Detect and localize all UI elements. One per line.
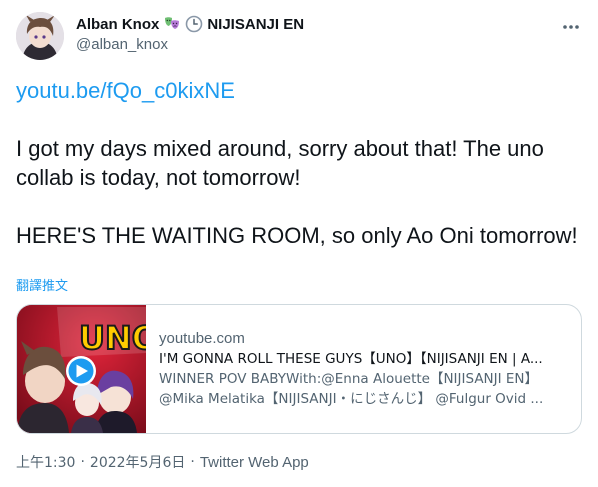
author-info: Alban Knox NIJISANJI EN @alban_knox — [76, 13, 304, 54]
link-preview-card[interactable]: UNO youtube.com I'M GONNA ROLL THESE GUY… — [16, 304, 582, 434]
meta-separator: · — [190, 454, 195, 470]
name-row: Alban Knox NIJISANJI EN — [76, 13, 304, 35]
theater-masks-icon — [163, 15, 181, 33]
ellipsis-icon — [563, 25, 579, 29]
video-thumbnail[interactable]: UNO — [17, 305, 146, 433]
handle[interactable]: @alban_knox — [76, 36, 304, 53]
thumbnail-uno-text: UNO — [79, 319, 146, 357]
affiliation-label: NIJISANJI EN — [207, 15, 305, 33]
thumbnail-image: UNO — [17, 305, 146, 433]
tweet-paragraph-2: HERE'S THE WAITING ROOM, so only Ao Oni … — [16, 223, 578, 248]
tweet-paragraph-1: I got my days mixed around, sorry about … — [16, 136, 544, 190]
tweet-source[interactable]: Twitter Web App — [200, 454, 309, 471]
tweet-text: youtu.be/fQo_c0kixNE I got my days mixed… — [16, 76, 582, 250]
card-domain: youtube.com — [159, 330, 245, 347]
tweet-meta: 上午1:30 · 2022年5月6日 · Twitter Web App — [16, 452, 309, 472]
card-info: youtube.com I'M GONNA ROLL THESE GUYS【UN… — [159, 329, 571, 409]
avatar-image — [16, 12, 64, 60]
card-description-line-1: WINNER POV BABYWith:@Enna Alouette【NIJIS… — [159, 371, 539, 387]
tweet-time[interactable]: 上午1:30 — [16, 452, 75, 472]
more-options-button[interactable] — [558, 14, 584, 40]
tweet: Alban Knox NIJISANJI EN @alban_knox yout… — [0, 0, 598, 487]
translate-tweet-link[interactable]: 翻譯推文 — [16, 275, 68, 294]
clock-icon — [185, 15, 203, 33]
avatar[interactable] — [16, 12, 64, 60]
tweet-link[interactable]: youtu.be/fQo_c0kixNE — [16, 76, 582, 105]
tweet-date[interactable]: 2022年5月6日 — [90, 452, 185, 472]
meta-separator: · — [80, 454, 85, 470]
card-description-line-2: @Mika Melatika【NIJISANJI・にじさんじ】 @Fulgur … — [159, 391, 544, 407]
card-title: I'M GONNA ROLL THESE GUYS【UNO】【NIJISANJI… — [159, 351, 543, 367]
card-description: WINNER POV BABYWith:@Enna Alouette【NIJIS… — [159, 369, 571, 409]
display-name[interactable]: Alban Knox — [76, 16, 159, 33]
